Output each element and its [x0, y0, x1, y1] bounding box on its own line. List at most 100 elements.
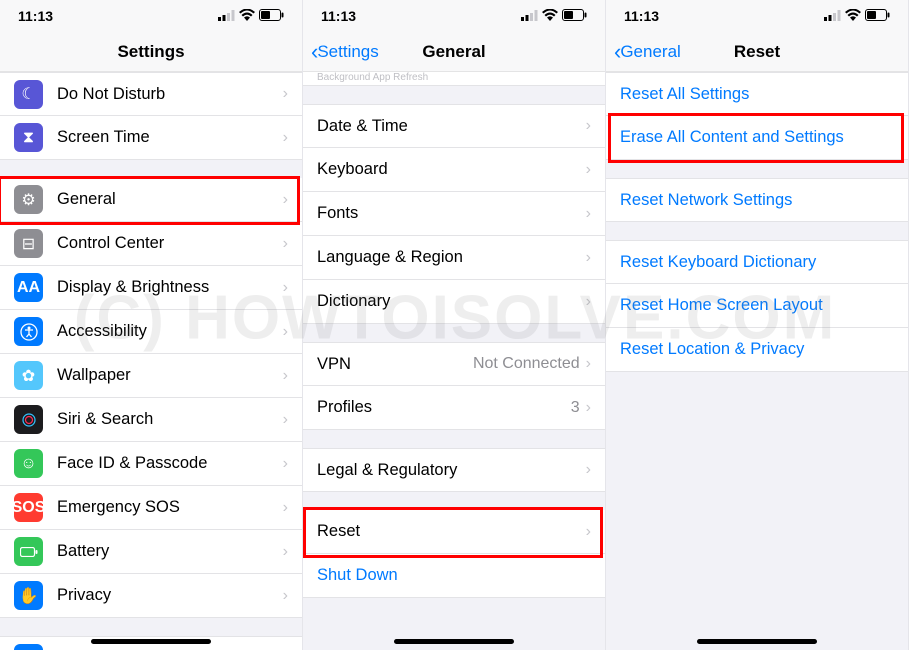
- row-detail: Not Connected: [473, 355, 580, 373]
- row-dictionary[interactable]: Dictionary ›: [303, 280, 605, 324]
- wifi-icon: [845, 8, 861, 24]
- row-label: Legal & Regulatory: [317, 461, 586, 480]
- battery-icon: [865, 8, 890, 24]
- battery-row-icon: [14, 537, 43, 566]
- row-label: Reset Network Settings: [620, 191, 894, 210]
- general-list: Background App Refresh Date & Time › Key…: [303, 72, 605, 598]
- nav-bar: ‹ General Reset: [606, 32, 908, 72]
- row-reset-all-settings[interactable]: Reset All Settings: [606, 72, 908, 116]
- row-label: Privacy: [57, 586, 283, 605]
- row-siri-search[interactable]: Siri & Search ›: [0, 398, 302, 442]
- chevron-right-icon: ›: [283, 323, 288, 341]
- row-general[interactable]: ⚙ General ›: [0, 178, 302, 222]
- row-accessibility[interactable]: Accessibility ›: [0, 310, 302, 354]
- chevron-right-icon: ›: [283, 499, 288, 517]
- row-label: Profiles: [317, 398, 571, 417]
- chevron-right-icon: ›: [283, 191, 288, 209]
- row-legal-regulatory[interactable]: Legal & Regulatory ›: [303, 448, 605, 492]
- phone-reset: 11:13 ‹ General Reset Reset All Settings…: [606, 0, 909, 650]
- home-indicator[interactable]: [697, 639, 817, 644]
- row-display-brightness[interactable]: AA Display & Brightness ›: [0, 266, 302, 310]
- row-label: Battery: [57, 542, 283, 561]
- back-label: General: [620, 42, 680, 62]
- row-reset-network-settings[interactable]: Reset Network Settings: [606, 178, 908, 222]
- status-icons: [218, 8, 284, 24]
- phone-general: 11:13 ‹ Settings General Background App …: [303, 0, 606, 650]
- back-button[interactable]: ‹ Settings: [311, 41, 379, 63]
- chevron-right-icon: ›: [586, 117, 591, 135]
- signal-icon: [521, 8, 538, 24]
- chevron-right-icon: ›: [283, 367, 288, 385]
- row-label: Reset Keyboard Dictionary: [620, 253, 894, 272]
- row-battery[interactable]: Battery ›: [0, 530, 302, 574]
- row-privacy[interactable]: ✋ Privacy ›: [0, 574, 302, 618]
- status-time: 11:13: [18, 8, 53, 24]
- nav-bar: Settings: [0, 32, 302, 72]
- status-bar: 11:13: [606, 0, 908, 32]
- row-faceid-passcode[interactable]: ☺ Face ID & Passcode ›: [0, 442, 302, 486]
- row-do-not-disturb[interactable]: ☾ Do Not Disturb ›: [0, 72, 302, 116]
- chevron-right-icon: ›: [586, 249, 591, 267]
- row-date-time[interactable]: Date & Time ›: [303, 104, 605, 148]
- row-background-app-refresh-cutoff: Background App Refresh: [303, 72, 605, 86]
- row-label: Reset Location & Privacy: [620, 340, 894, 359]
- battery-icon: [259, 8, 284, 24]
- hand-icon: ✋: [14, 581, 43, 610]
- back-button[interactable]: ‹ General: [614, 41, 681, 63]
- row-reset-location-privacy[interactable]: Reset Location & Privacy: [606, 328, 908, 372]
- row-label: Reset: [317, 522, 586, 541]
- chevron-right-icon: ›: [283, 543, 288, 561]
- battery-icon: [562, 8, 587, 24]
- text-size-icon: AA: [14, 273, 43, 302]
- status-time: 11:13: [624, 8, 659, 24]
- status-icons: [824, 8, 890, 24]
- appstore-icon: [14, 644, 43, 650]
- row-label: Do Not Disturb: [57, 85, 283, 104]
- row-fonts[interactable]: Fonts ›: [303, 192, 605, 236]
- face-id-icon: ☺: [14, 449, 43, 478]
- chevron-right-icon: ›: [283, 279, 288, 297]
- chevron-right-icon: ›: [586, 205, 591, 223]
- chevron-right-icon: ›: [586, 399, 591, 417]
- home-indicator[interactable]: [91, 639, 211, 644]
- page-title: Reset: [734, 42, 780, 62]
- nav-bar: ‹ Settings General: [303, 32, 605, 72]
- row-keyboard[interactable]: Keyboard ›: [303, 148, 605, 192]
- row-vpn[interactable]: VPN Not Connected ›: [303, 342, 605, 386]
- row-label: Reset Home Screen Layout: [620, 296, 894, 315]
- page-title: General: [422, 42, 485, 62]
- hourglass-icon: ⧗: [14, 123, 43, 152]
- row-profiles[interactable]: Profiles 3 ›: [303, 386, 605, 430]
- row-reset-home-screen-layout[interactable]: Reset Home Screen Layout: [606, 284, 908, 328]
- chevron-right-icon: ›: [283, 455, 288, 473]
- row-label: Fonts: [317, 204, 586, 223]
- row-reset[interactable]: Reset ›: [303, 510, 605, 554]
- row-screen-time[interactable]: ⧗ Screen Time ›: [0, 116, 302, 160]
- chevron-right-icon: ›: [283, 411, 288, 429]
- home-indicator[interactable]: [394, 639, 514, 644]
- page-title: Settings: [117, 42, 184, 62]
- accessibility-icon: [14, 317, 43, 346]
- row-detail: 3: [571, 399, 580, 417]
- row-label: Wallpaper: [57, 366, 283, 385]
- row-label: Reset All Settings: [620, 85, 894, 104]
- switches-icon: ⊟: [14, 229, 43, 258]
- signal-icon: [824, 8, 841, 24]
- chevron-right-icon: ›: [586, 161, 591, 179]
- row-reset-keyboard-dictionary[interactable]: Reset Keyboard Dictionary: [606, 240, 908, 284]
- signal-icon: [218, 8, 235, 24]
- row-label: Control Center: [57, 234, 283, 253]
- row-label: Shut Down: [317, 566, 591, 585]
- row-control-center[interactable]: ⊟ Control Center ›: [0, 222, 302, 266]
- row-label: Screen Time: [57, 128, 283, 147]
- sos-icon: SOS: [14, 493, 43, 522]
- row-label: VPN: [317, 355, 473, 374]
- row-language-region[interactable]: Language & Region ›: [303, 236, 605, 280]
- chevron-right-icon: ›: [586, 523, 591, 541]
- row-erase-all-content-settings[interactable]: Erase All Content and Settings: [606, 116, 908, 160]
- cutoff-label: Background App Refresh: [317, 72, 428, 83]
- reset-list: Reset All Settings Erase All Content and…: [606, 72, 908, 372]
- row-shut-down[interactable]: Shut Down: [303, 554, 605, 598]
- row-wallpaper[interactable]: ✿ Wallpaper ›: [0, 354, 302, 398]
- row-emergency-sos[interactable]: SOS Emergency SOS ›: [0, 486, 302, 530]
